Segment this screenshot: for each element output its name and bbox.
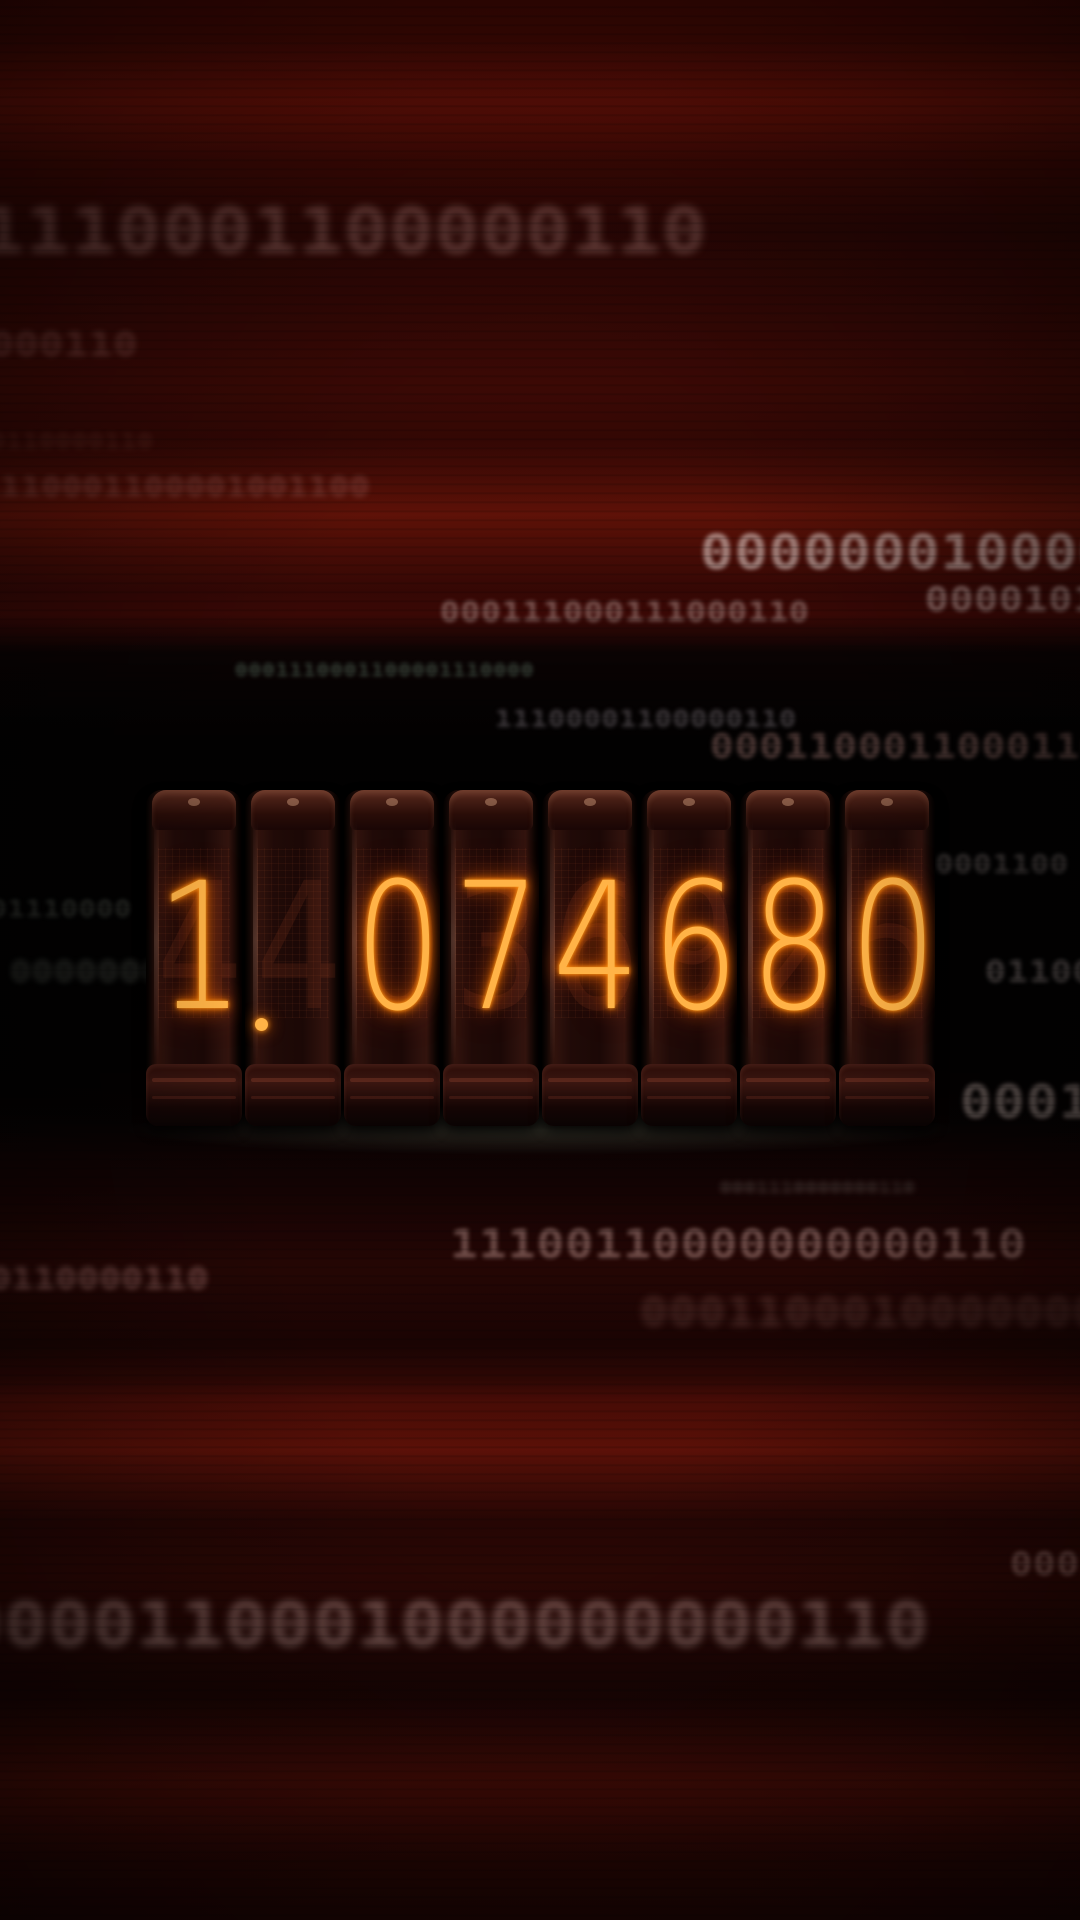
binary-streak: 0000000100000: [700, 525, 1080, 581]
divergence-meter-scene: 1110001100000110 000110 0110000110 11100011…: [0, 0, 1080, 1920]
tube-base: [344, 1064, 440, 1126]
binary-streak: 1110001100000110: [0, 195, 708, 269]
tube-base: [839, 1064, 935, 1126]
glass-highlight: [847, 820, 852, 1060]
nixie-tube: 96: [641, 790, 737, 1126]
tube-base: [443, 1064, 539, 1126]
tube-cap: [251, 790, 335, 830]
glass-highlight: [154, 820, 159, 1060]
nixie-tube-decimal: 4: [245, 790, 341, 1126]
nixie-digit: 7: [453, 845, 539, 1050]
unlit-cathode: 4: [255, 845, 341, 1050]
lower-red-band: [0, 1380, 1080, 1520]
nixie-digit: 6: [651, 845, 737, 1050]
nixie-tube: 28: [740, 790, 836, 1126]
tube-base: [245, 1064, 341, 1126]
glass-highlight: [748, 820, 753, 1060]
binary-streak: 0000110001000000000110: [0, 1588, 930, 1661]
glass-highlight: [649, 820, 654, 1060]
tube-cap: [548, 790, 632, 830]
binary-streak: 01100: [985, 955, 1080, 990]
nixie-tube: 00: [344, 790, 440, 1126]
tube-base: [641, 1064, 737, 1126]
nixie-tube-array: 414003764962850: [146, 790, 936, 1130]
nixie-digit: 4: [552, 845, 638, 1050]
binary-streak: 00011: [1010, 1545, 1080, 1583]
glass-highlight: [550, 820, 555, 1060]
nixie-digit: 0: [354, 845, 440, 1050]
binary-streak: 000111000111000110: [440, 595, 810, 628]
nixie-tube: 37: [443, 790, 539, 1126]
binary-streak: 000110: [0, 325, 139, 365]
binary-streak: 0001100: [935, 850, 1070, 880]
binary-streak: 0110000110: [0, 430, 154, 455]
binary-streak: 0001100000: [960, 1075, 1080, 1129]
binary-streak: 000110001000000011: [640, 1290, 1080, 1336]
nixie-digit: 8: [750, 845, 836, 1050]
tube-base: [146, 1064, 242, 1126]
tube-cap: [152, 790, 236, 830]
tube-cap: [647, 790, 731, 830]
tube-cap: [350, 790, 434, 830]
binary-streak: 0001110001100001110000: [235, 660, 535, 681]
nixie-digit: 0: [849, 845, 935, 1050]
binary-streak: 0001110000000110: [720, 1178, 916, 1197]
nixie-tube: 64: [542, 790, 638, 1126]
binary-streak: 0110000110: [0, 1262, 210, 1297]
binary-streak: 11100110000000000110: [450, 1222, 1027, 1268]
tube-base: [542, 1064, 638, 1126]
glass-highlight: [352, 820, 357, 1060]
tube-base: [740, 1064, 836, 1126]
nixie-tube: 41: [146, 790, 242, 1126]
tube-cap: [449, 790, 533, 830]
bottom-red-band: [0, 1700, 1080, 1860]
top-red-band: [0, 40, 1080, 160]
decimal-point: [255, 1018, 268, 1031]
nixie-digit: 1: [156, 845, 242, 1050]
binary-streak: 00001010: [925, 580, 1080, 620]
glass-highlight: [451, 820, 456, 1060]
tube-cap: [746, 790, 830, 830]
binary-streak: 01110000: [0, 895, 133, 923]
binary-streak: 000110001100011000110: [710, 727, 1080, 767]
nixie-tube: 50: [839, 790, 935, 1126]
tube-cap: [845, 790, 929, 830]
binary-streak: 1110001100001001100: [0, 470, 371, 503]
